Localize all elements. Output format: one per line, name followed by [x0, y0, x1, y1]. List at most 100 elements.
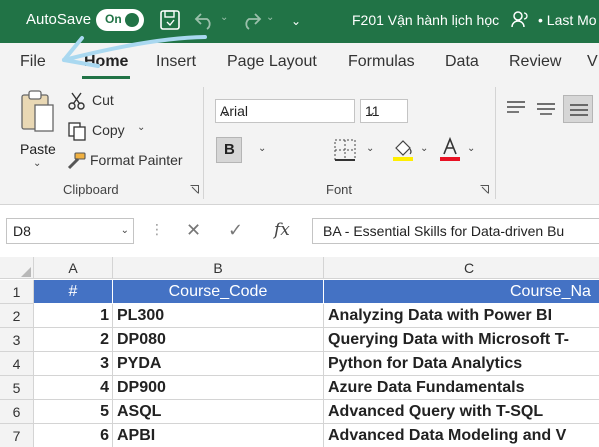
table-row: 3 2 DP080 Querying Data with Microsoft T… [0, 328, 599, 352]
row-header[interactable]: 7 [0, 424, 34, 447]
clipboard-launcher-icon[interactable] [190, 185, 199, 194]
font-size-select[interactable]: 11 ⌄ [360, 99, 408, 123]
undo-dropdown-icon[interactable]: ⌄ [220, 12, 228, 23]
row-header[interactable]: 5 [0, 376, 34, 400]
tab-review[interactable]: Review [509, 53, 561, 71]
paste-label: Paste [20, 141, 56, 157]
cut-label: Cut [92, 92, 114, 108]
table-cell[interactable]: 3 [34, 352, 113, 376]
tab-home[interactable]: Home [84, 53, 128, 71]
align-bottom-button[interactable] [563, 95, 593, 123]
autosave-state: On [105, 12, 122, 26]
table-cell[interactable]: 2 [34, 328, 113, 352]
paste-button[interactable]: Paste ⌄ [12, 89, 60, 171]
copy-icon [68, 122, 86, 141]
scissors-icon [68, 92, 85, 110]
name-box-value: D8 [13, 223, 31, 239]
align-top-icon[interactable] [505, 99, 527, 119]
cut-button[interactable]: Cut [67, 90, 147, 112]
undo-icon[interactable] [194, 10, 216, 30]
font-family-select[interactable]: Arial ⌄ [215, 99, 355, 123]
align-bottom-icon [570, 104, 588, 116]
cancel-icon[interactable]: ✕ [186, 220, 201, 241]
row-header[interactable]: 1 [0, 280, 34, 304]
table-header-cell[interactable]: # [34, 280, 113, 304]
row-header[interactable]: 3 [0, 328, 34, 352]
table-cell[interactable]: APBI [113, 424, 324, 447]
row-header[interactable]: 4 [0, 352, 34, 376]
table-cell[interactable]: Azure Data Fundamentals [324, 376, 599, 400]
tab-page-layout[interactable]: Page Layout [227, 53, 317, 71]
tab-formulas[interactable]: Formulas [348, 53, 415, 71]
borders-dropdown-icon[interactable]: ⌄ [366, 143, 374, 154]
fill-color-dropdown-icon[interactable]: ⌄ [420, 143, 428, 154]
fill-color-icon[interactable] [390, 136, 416, 164]
font-color-swatch [440, 157, 460, 161]
insert-function-icon[interactable]: fx [274, 220, 290, 240]
column-header-row: A B C [0, 257, 599, 279]
borders-icon[interactable] [332, 137, 358, 163]
row-header[interactable]: 2 [0, 304, 34, 328]
document-title: F201 Vận hành lịch học [352, 12, 500, 28]
table-header-cell[interactable]: Course_Code [113, 280, 324, 304]
active-tab-indicator [82, 76, 130, 79]
tab-view[interactable]: V [587, 53, 598, 71]
formula-input[interactable]: BA - Essential Skills for Data-driven Bu [312, 218, 599, 244]
name-box-dropdown-icon[interactable]: ⌄ [121, 225, 129, 236]
underline-dropdown-icon[interactable]: ⌄ [258, 143, 266, 154]
copy-dropdown-icon[interactable]: ⌄ [137, 122, 145, 133]
group-divider [495, 87, 496, 199]
table-row: 4 3 PYDA Python for Data Analytics [0, 352, 599, 376]
column-header-a[interactable]: A [34, 257, 113, 279]
font-family-dropdown-icon[interactable]: ⌄ [220, 103, 350, 120]
table-header-cell[interactable]: Course_Na [324, 280, 599, 304]
enter-icon[interactable]: ✓ [228, 220, 243, 241]
align-middle-icon[interactable] [535, 99, 557, 119]
table-cell[interactable]: 1 [34, 304, 113, 328]
tab-insert[interactable]: Insert [156, 53, 196, 71]
redo-icon[interactable] [240, 10, 262, 30]
select-all-button[interactable] [0, 257, 34, 279]
table-row: 2 1 PL300 Analyzing Data with Power BI [0, 304, 599, 328]
select-all-icon [21, 267, 31, 277]
shared-person-icon[interactable] [510, 9, 530, 29]
table-cell[interactable]: DP080 [113, 328, 324, 352]
table-cell[interactable]: DP900 [113, 376, 324, 400]
tab-file[interactable]: File [20, 53, 46, 71]
table-row: 6 5 ASQL Advanced Query with T-SQL [0, 400, 599, 424]
paste-dropdown-icon[interactable]: ⌄ [33, 158, 41, 169]
ribbon-tabs: File Home Insert Page Layout Formulas Da… [0, 43, 599, 81]
toggle-knob [125, 13, 139, 27]
table-row: 7 6 APBI Advanced Data Modeling and V [0, 424, 599, 447]
autosave-toggle[interactable]: On [96, 9, 144, 31]
bold-button[interactable]: B [216, 137, 242, 163]
customize-toolbar-icon[interactable]: ⌄ [291, 14, 301, 28]
font-color-icon[interactable] [437, 136, 463, 164]
formula-bar: D8 ⌄ ⋮ ✕ ✓ fx BA - Essential Skills for … [0, 205, 599, 257]
name-box[interactable]: D8 ⌄ [6, 218, 134, 244]
format-painter-button[interactable]: Format Painter [65, 150, 190, 172]
font-color-dropdown-icon[interactable]: ⌄ [467, 143, 475, 154]
row-header[interactable]: 6 [0, 400, 34, 424]
table-cell[interactable]: Querying Data with Microsoft T- [324, 328, 599, 352]
table-cell[interactable]: PYDA [113, 352, 324, 376]
save-icon[interactable] [158, 8, 182, 32]
table-cell[interactable]: ASQL [113, 400, 324, 424]
table-cell[interactable]: Advanced Query with T-SQL [324, 400, 599, 424]
table-cell[interactable]: Advanced Data Modeling and V [324, 424, 599, 447]
font-launcher-icon[interactable] [480, 185, 489, 194]
last-modified-label: • Last Mo [538, 12, 597, 28]
table-cell[interactable]: PL300 [113, 304, 324, 328]
column-header-c[interactable]: C [324, 257, 599, 279]
copy-button[interactable]: Copy ⌄ [67, 120, 157, 142]
grip-icon[interactable]: ⋮ [150, 221, 164, 238]
table-cell[interactable]: 5 [34, 400, 113, 424]
redo-dropdown-icon[interactable]: ⌄ [266, 12, 274, 23]
table-cell[interactable]: Python for Data Analytics [324, 352, 599, 376]
tab-data[interactable]: Data [445, 53, 479, 71]
table-cell[interactable]: 4 [34, 376, 113, 400]
table-cell[interactable]: Analyzing Data with Power BI [324, 304, 599, 328]
table-cell[interactable]: 6 [34, 424, 113, 447]
font-size-dropdown-icon[interactable]: ⌄ [365, 103, 403, 120]
column-header-b[interactable]: B [113, 257, 324, 279]
